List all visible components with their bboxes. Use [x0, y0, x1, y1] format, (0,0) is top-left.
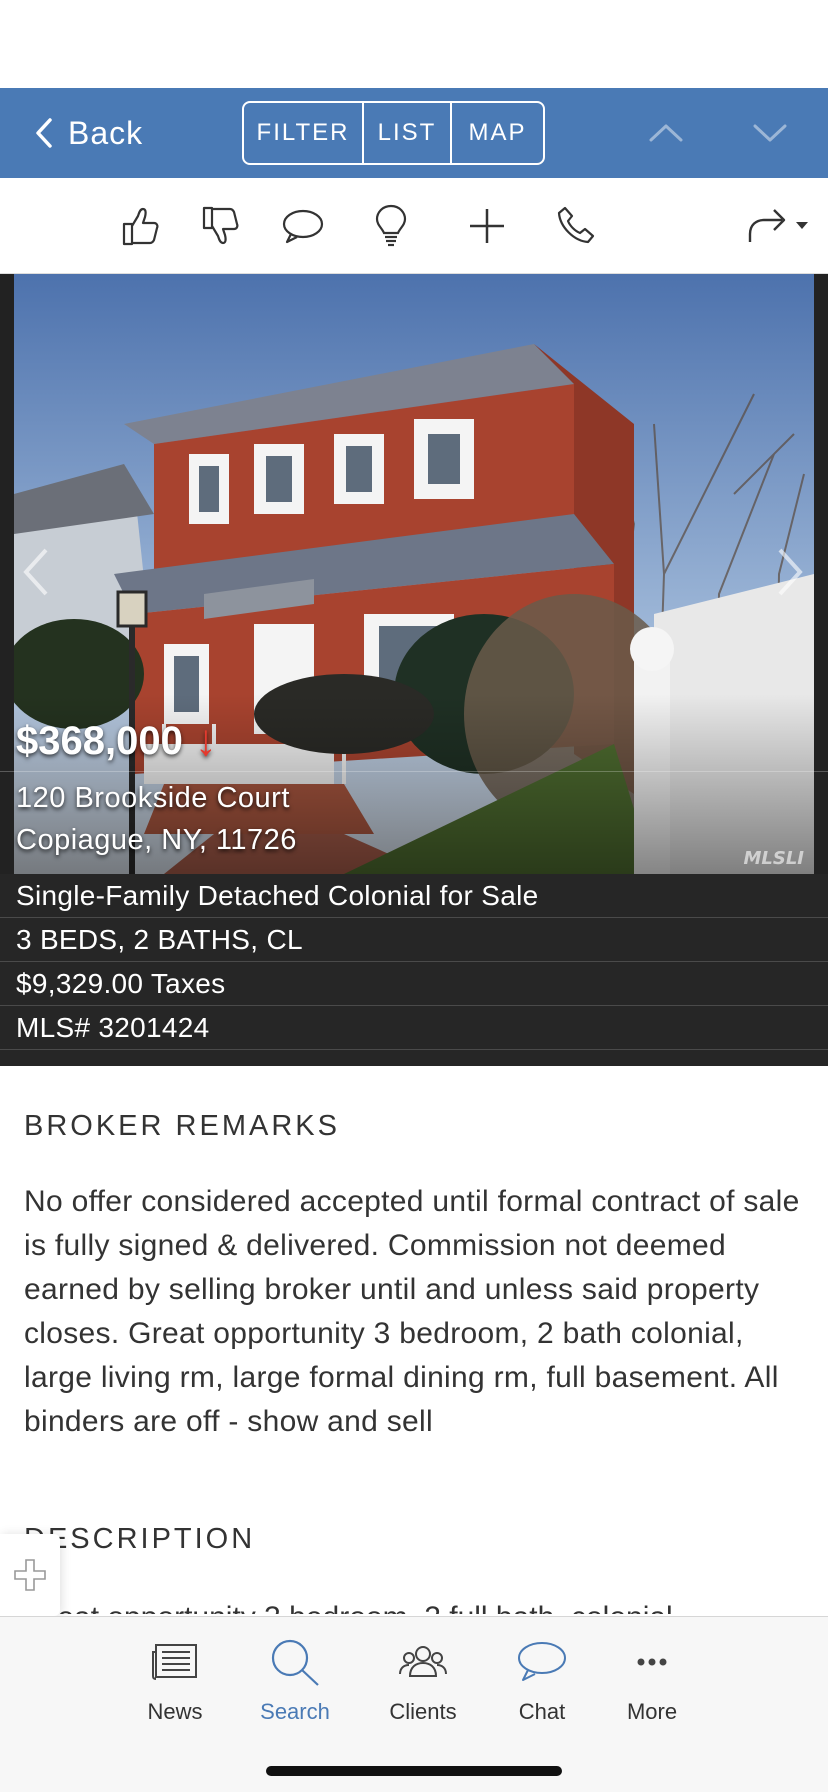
- plus-icon: [14, 1559, 46, 1591]
- view-segmented-control: FILTER LIST MAP: [242, 101, 545, 165]
- next-listing-icon[interactable]: [752, 118, 788, 148]
- tab-more[interactable]: More: [597, 1631, 707, 1741]
- phone-icon[interactable]: [553, 202, 601, 250]
- tab-search[interactable]: Search: [240, 1631, 350, 1741]
- divider: [0, 771, 828, 772]
- listing-summary: Single-Family Detached Colonial for Sale…: [0, 874, 828, 1066]
- home-indicator: [266, 1766, 562, 1776]
- tab-label: More: [626, 1699, 678, 1724]
- listing-type: Single-Family Detached Colonial for Sale: [0, 874, 828, 918]
- broker-remarks-text: No offer considered accepted until forma…: [24, 1185, 800, 1438]
- action-toolbar: [0, 178, 828, 274]
- tab-clients[interactable]: Clients: [368, 1631, 478, 1741]
- broker-remarks-title: BROKER REMARKS: [24, 1110, 340, 1142]
- thumbs-up-icon[interactable]: [116, 202, 164, 250]
- previous-listing-icon[interactable]: [648, 118, 684, 148]
- address-line-2: Copiague, NY, 11726: [16, 824, 297, 856]
- chevron-left-icon: [36, 118, 52, 148]
- back-label: Back: [68, 114, 144, 151]
- plus-icon[interactable]: [463, 202, 511, 250]
- thumbs-down-icon[interactable]: [196, 202, 244, 250]
- more-icon: [637, 1658, 667, 1666]
- share-icon[interactable]: [744, 202, 814, 250]
- filter-segment[interactable]: FILTER: [244, 103, 364, 163]
- comment-icon[interactable]: [279, 202, 327, 250]
- list-segment[interactable]: LIST: [364, 103, 452, 163]
- listing-price: $368,000 ↓: [16, 716, 217, 766]
- tab-label: News: [147, 1699, 203, 1724]
- photo-next-arrow-icon[interactable]: [774, 544, 806, 600]
- navigation-bar: Back FILTER LIST MAP: [0, 88, 828, 178]
- add-floating-button[interactable]: [0, 1534, 60, 1616]
- chat-icon: [518, 1642, 566, 1681]
- photo-prev-arrow-icon[interactable]: [20, 544, 52, 600]
- search-icon: [271, 1639, 319, 1686]
- price-value: $368,000: [16, 718, 183, 763]
- price-down-arrow-icon: ↓: [194, 716, 217, 765]
- tab-news[interactable]: News: [120, 1631, 230, 1741]
- status-bar: [0, 0, 828, 88]
- tab-label: Chat: [518, 1699, 566, 1724]
- map-segment[interactable]: MAP: [452, 103, 543, 163]
- lightbulb-icon[interactable]: [367, 202, 415, 250]
- back-button[interactable]: Back: [34, 88, 143, 178]
- listing-photo-carousel[interactable]: MLSLI $368,000 ↓ 120 Brookside Court Cop…: [0, 274, 828, 874]
- newspaper-icon: [152, 1644, 197, 1680]
- tab-label: Clients: [389, 1699, 457, 1724]
- clients-icon: [399, 1646, 447, 1677]
- mls-number: MLS# 3201424: [0, 1006, 828, 1050]
- tab-label: Search: [260, 1699, 330, 1724]
- taxes: $9,329.00 Taxes: [0, 962, 828, 1006]
- tab-chat[interactable]: Chat: [487, 1631, 597, 1741]
- description-text: Great opportunity 3 bedroom, 2 full bath…: [24, 1596, 804, 1614]
- address-line-1: 120 Brookside Court: [16, 782, 290, 814]
- beds-baths: 3 BEDS, 2 BATHS, CL: [0, 918, 828, 962]
- photo-watermark: MLSLI: [743, 848, 804, 869]
